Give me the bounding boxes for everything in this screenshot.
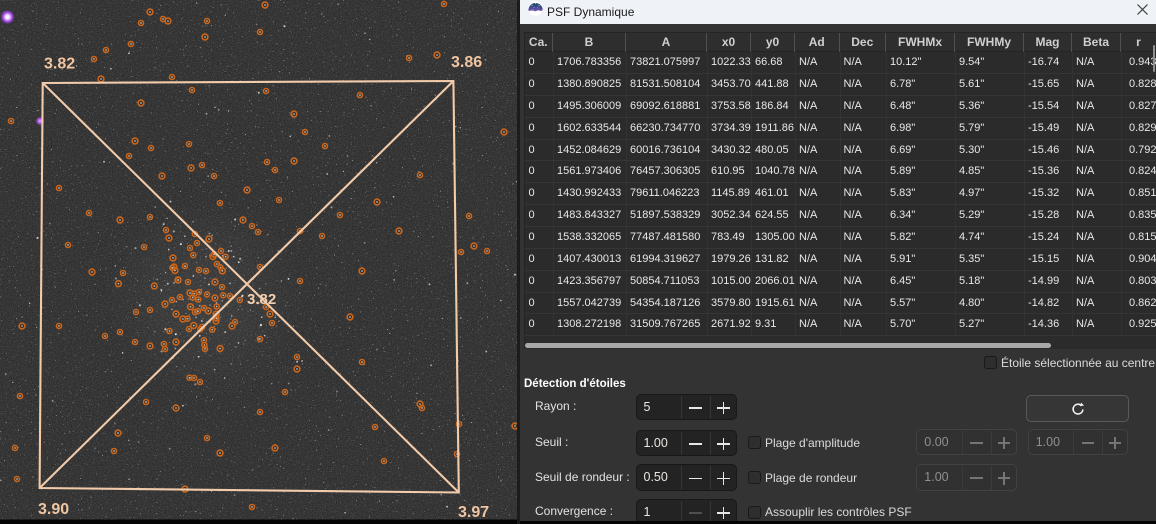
svg-text:3.90: 3.90 xyxy=(38,501,69,518)
svg-text:3.82: 3.82 xyxy=(44,56,75,73)
svg-text:3.86: 3.86 xyxy=(451,54,482,71)
svg-text:3.97: 3.97 xyxy=(458,504,489,521)
svg-text:3.82: 3.82 xyxy=(247,291,276,308)
